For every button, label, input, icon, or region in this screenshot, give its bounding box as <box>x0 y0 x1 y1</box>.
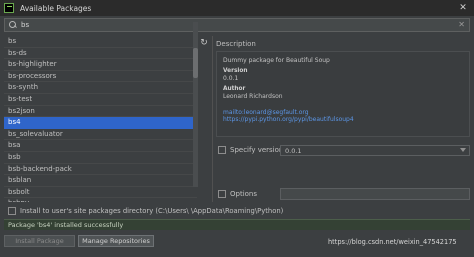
clear-search-icon[interactable]: ✕ <box>458 20 465 29</box>
package-list-item[interactable]: bsbpy <box>4 198 197 202</box>
options-checkbox[interactable] <box>218 190 226 198</box>
status-message: Package 'bs4' installed successfully <box>4 219 470 230</box>
install-site-checkbox[interactable] <box>8 207 16 215</box>
project-url-link[interactable]: https://pypi.python.org/pypi/beautifulso… <box>223 116 463 123</box>
refresh-icon[interactable]: ↻ <box>199 38 209 48</box>
version-heading: Version <box>223 68 248 74</box>
close-button[interactable]: ✕ <box>458 3 468 13</box>
search-bar: ✕ <box>4 18 470 32</box>
title-bar: Available Packages ✕ <box>0 0 474 16</box>
options-input[interactable] <box>280 188 470 200</box>
version-value: 0.0.1 <box>223 75 239 82</box>
package-list-item[interactable]: bsbolt <box>4 187 197 199</box>
package-list-scrollbar[interactable] <box>193 22 198 187</box>
options-label: Options <box>230 190 258 198</box>
package-list: bs bs-ds bs-highlighter bs-processors bs-syn… <box>4 36 197 202</box>
window-title: Available Packages <box>20 3 92 13</box>
search-input[interactable] <box>21 19 441 31</box>
package-list-panel: bs bs-ds bs-highlighter bs-processors bs-syn… <box>4 36 209 202</box>
install-site-row: Install to user's site packages director… <box>8 206 283 216</box>
package-list-item[interactable]: bsb-backend-pack <box>4 164 197 176</box>
package-list-item[interactable]: bs-test <box>4 94 197 106</box>
package-list-item[interactable]: bs-ds <box>4 48 197 60</box>
author-email-link[interactable]: mailto:leonard@segfault.org <box>223 109 463 116</box>
version-dropdown[interactable]: 0.0.1 <box>280 145 470 156</box>
scrollbar-thumb[interactable] <box>193 48 198 78</box>
author-value: Leonard Richardson <box>223 93 283 100</box>
version-dropdown-value: 0.0.1 <box>285 147 302 155</box>
package-list-item[interactable]: bsb <box>4 152 197 164</box>
package-list-item[interactable]: bsblan <box>4 175 197 187</box>
chevron-down-icon <box>460 148 466 152</box>
package-list-item[interactable]: bs-highlighter <box>4 59 197 71</box>
package-list-item[interactable]: bs_solevaluator <box>4 129 197 141</box>
install-site-label: Install to user's site packages director… <box>20 207 284 215</box>
description-panel: Dummy package for Beautiful Soup Version… <box>216 51 470 137</box>
package-list-item[interactable]: bsa <box>4 140 197 152</box>
package-list-item[interactable]: bs-processors <box>4 71 197 83</box>
package-list-item[interactable]: bs2json <box>4 106 197 118</box>
specify-version-label: Specify version <box>230 146 284 154</box>
panel-divider <box>212 36 213 202</box>
author-heading: Author <box>223 86 246 92</box>
description-label: Description <box>216 40 256 48</box>
package-list-item[interactable]: bs <box>4 36 197 48</box>
manage-repositories-button[interactable]: Manage Repositories <box>78 235 154 247</box>
pycharm-app-icon <box>4 3 14 13</box>
install-package-button[interactable]: Install Package <box>4 235 75 247</box>
watermark-text: https://blog.csdn.net/weixin_47542175 <box>328 238 457 246</box>
package-list-item[interactable]: bs4 <box>4 117 197 129</box>
specify-version-checkbox[interactable] <box>218 146 226 154</box>
description-summary: Dummy package for Beautiful Soup <box>223 57 330 64</box>
search-icon <box>8 20 18 30</box>
package-list-item[interactable]: bs-synth <box>4 82 197 94</box>
